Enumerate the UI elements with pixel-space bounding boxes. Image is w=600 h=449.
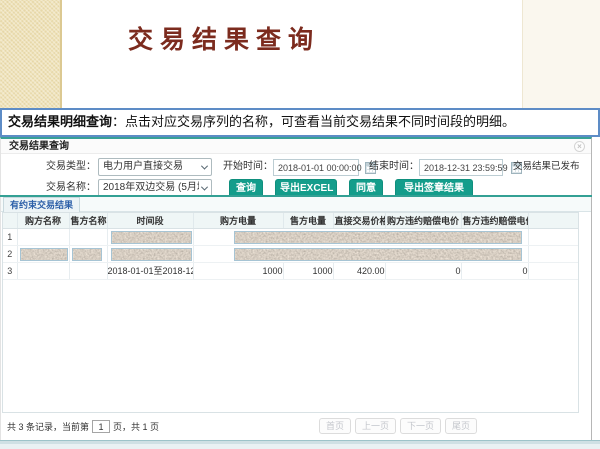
- redacted-block: [72, 248, 102, 261]
- filler-cell: [528, 262, 579, 279]
- seller-name-cell[interactable]: [69, 262, 107, 279]
- record-summary-suffix: 页，共 1 页: [113, 420, 159, 433]
- trade-type-select[interactable]: 电力用户直接交易: [98, 158, 212, 176]
- column-header-period: 时间段: [107, 213, 193, 228]
- table-header-row: 购方名称 售方名称 时间段 购方电量 售方电量 直接交易价格 购方违约赔偿电价 …: [3, 213, 579, 228]
- tab-bar: 有约束交易结果: [1, 197, 591, 212]
- page-number-input[interactable]: [92, 420, 110, 433]
- results-table: 购方名称 售方名称 时间段 购方电量 售方电量 直接交易价格 购方违约赔偿电价 …: [3, 213, 579, 280]
- period-cell: [107, 228, 193, 245]
- record-summary: 共 3 条记录，当前第 页，共 1 页: [7, 420, 159, 433]
- top-band: 交易结果查询: [0, 0, 600, 108]
- price-cell: 420.00: [333, 262, 385, 279]
- period-cell: 2018-01-01至2018-12-31: [107, 262, 193, 279]
- column-header-buyer: 购方名称: [17, 213, 69, 228]
- last-page-button[interactable]: 尾页: [445, 418, 477, 434]
- values-cell-group: [193, 228, 528, 245]
- period-cell: [107, 245, 193, 262]
- seller-name-cell[interactable]: [69, 245, 107, 262]
- notice-banner: 交易结果明细查询：点击对应交易序列的名称，可查看当前交易结果不同时间段的明细。: [0, 108, 600, 137]
- redacted-block: [111, 231, 192, 244]
- redacted-block: [234, 248, 522, 261]
- query-panel: 交易结果查询 × 交易类型： 电力用户直接交易 开始时间： 2018-01-01…: [0, 137, 592, 440]
- panel-header: 交易结果查询 ×: [1, 139, 591, 154]
- row-index: 3: [3, 262, 17, 279]
- page-title: 交易结果查询: [128, 20, 320, 56]
- column-header-price: 直接交易价格: [333, 213, 385, 228]
- beige-sidebar: [0, 0, 62, 108]
- notice-body: ：点击对应交易序列的名称，可查看当前交易结果不同时间段的明细。: [112, 114, 515, 129]
- trade-type-label: 交易类型：: [46, 158, 96, 176]
- record-summary-prefix: 共 3 条记录，当前第: [7, 420, 89, 433]
- tab-constrained-results[interactable]: 有约束交易结果: [3, 197, 80, 212]
- table-row-3: 3 2018-01-01至2018-12-31 1000 1000 420.00…: [3, 262, 579, 279]
- dropdown-arrow-icon: [201, 183, 208, 190]
- seller-penalty-cell: 0: [461, 262, 528, 279]
- seller-energy-cell: 1000: [283, 262, 333, 279]
- results-table-container: 购方名称 售方名称 时间段 购方电量 售方电量 直接交易价格 购方违约赔偿电价 …: [2, 212, 579, 413]
- redacted-block: [234, 231, 522, 244]
- start-time-input[interactable]: 2018-01-01 00:00:00: [273, 159, 359, 176]
- prev-page-button[interactable]: 上一页: [355, 418, 396, 434]
- values-cell-group: [193, 245, 528, 262]
- column-header-buyer-energy: 购方电量: [193, 213, 283, 228]
- table-row-2: 2: [3, 245, 579, 262]
- app-screen: 交易结果查询 交易结果明细查询：点击对应交易序列的名称，可查看当前交易结果不同时…: [0, 0, 600, 449]
- buyer-energy-cell: 1000: [193, 262, 283, 279]
- top-right-strip: [522, 0, 600, 108]
- column-header-seller-penalty: 售方违约赔偿电价: [461, 213, 528, 228]
- bottom-bar: [0, 440, 600, 449]
- first-page-button[interactable]: 首页: [319, 418, 351, 434]
- end-time-input[interactable]: 2018-12-31 23:59:59: [419, 159, 503, 176]
- buyer-name-cell[interactable]: [17, 245, 69, 262]
- end-time-label: 结束时间：: [369, 158, 419, 176]
- pagination-bar: 共 3 条记录，当前第 页，共 1 页 首页 上一页 下一页 尾页: [1, 413, 591, 440]
- redacted-block: [111, 248, 192, 261]
- query-form: 交易类型： 电力用户直接交易 开始时间： 2018-01-01 00:00:00…: [1, 154, 591, 195]
- row-index: 1: [3, 228, 17, 245]
- trade-type-value: 电力用户直接交易: [103, 158, 183, 176]
- end-time-value: 2018-12-31 23:59:59: [424, 159, 508, 177]
- column-header-buyer-penalty: 购方违约赔偿电价: [385, 213, 461, 228]
- column-header-filler: [528, 213, 579, 228]
- buyer-penalty-cell: 0: [385, 262, 461, 279]
- buyer-name-cell[interactable]: [17, 262, 69, 279]
- notice-lead: 交易结果明细查询: [8, 114, 112, 129]
- seller-name-cell[interactable]: [69, 228, 107, 245]
- filler-cell: [528, 228, 579, 245]
- column-header-seller-energy: 售方电量: [283, 213, 333, 228]
- redacted-block: [20, 248, 68, 261]
- panel-title: 交易结果查询: [9, 141, 69, 152]
- published-status-text: 交易结果已发布: [513, 158, 580, 176]
- filler-cell: [528, 245, 579, 262]
- start-time-label: 开始时间：: [223, 158, 273, 176]
- next-page-button[interactable]: 下一页: [400, 418, 441, 434]
- column-header-seller: 售方名称: [69, 213, 107, 228]
- row-index: 2: [3, 245, 17, 262]
- dropdown-arrow-icon: [201, 162, 208, 169]
- column-header-index: [3, 213, 17, 228]
- collapse-panel-icon[interactable]: ×: [574, 141, 585, 152]
- table-row-1: 1: [3, 228, 579, 245]
- buyer-name-cell[interactable]: [17, 228, 69, 245]
- start-time-value: 2018-01-01 00:00:00: [278, 159, 362, 177]
